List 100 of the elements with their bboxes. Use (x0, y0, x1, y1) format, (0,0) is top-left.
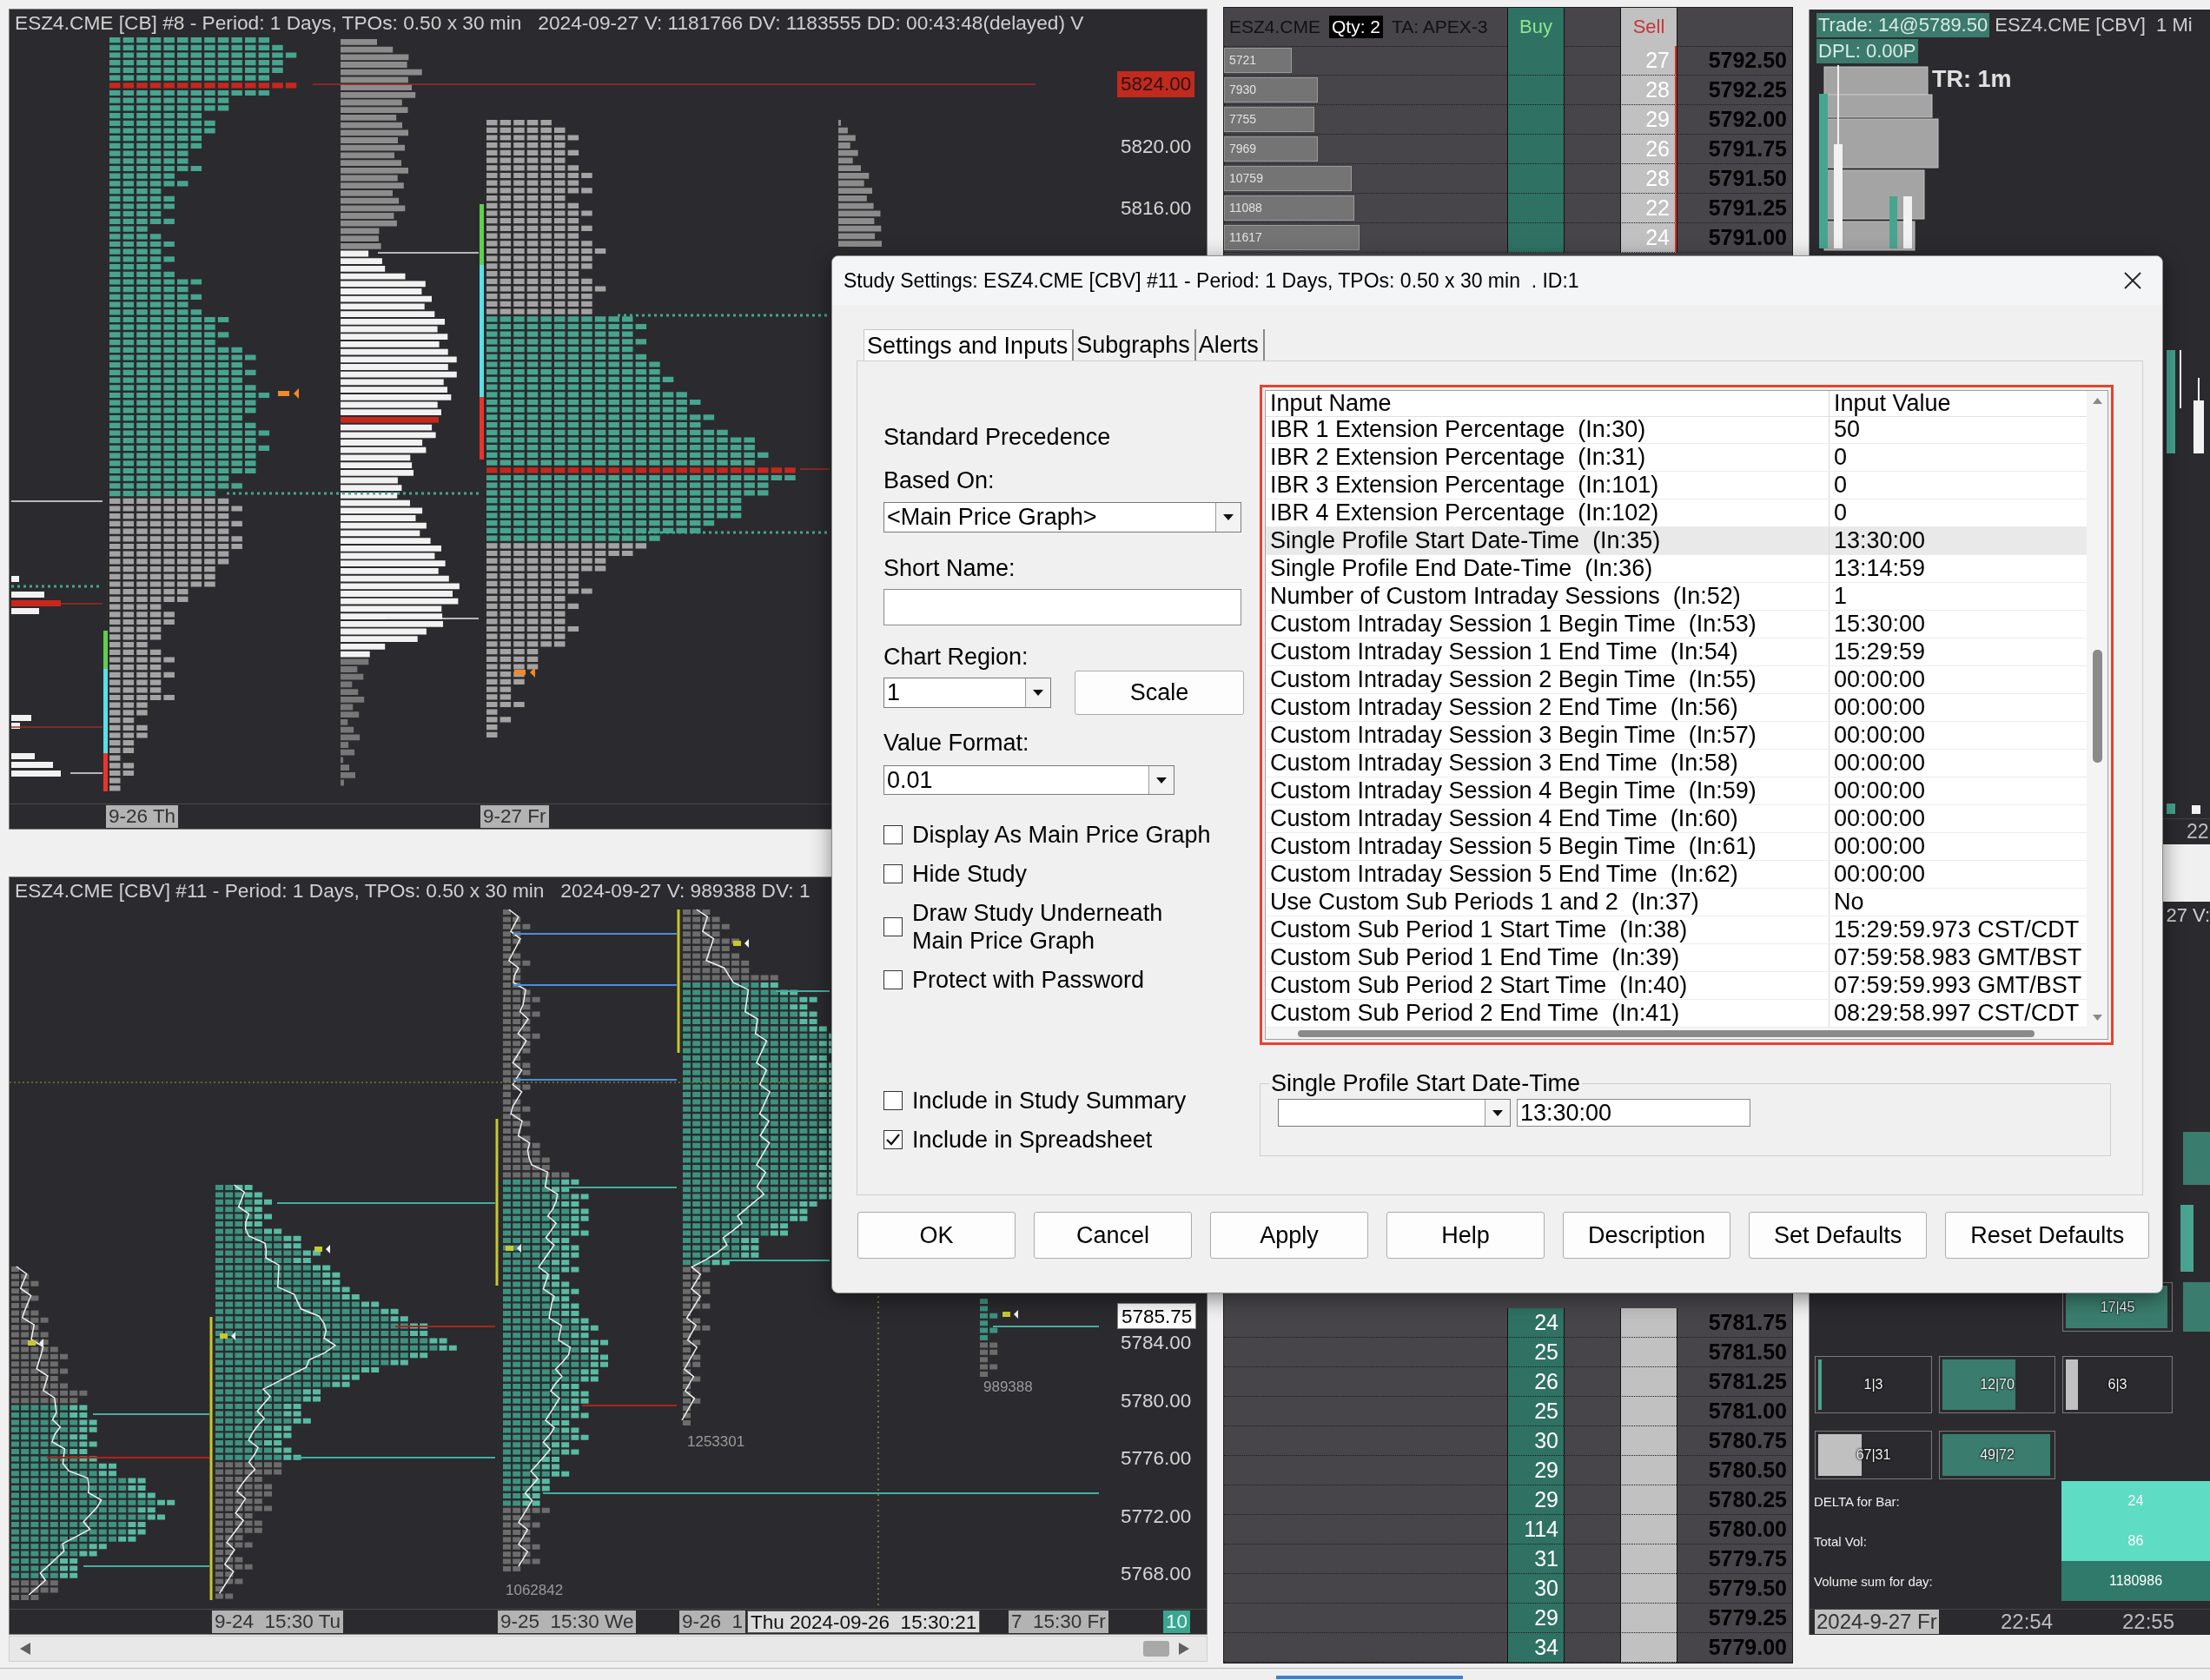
checkbox[interactable] (883, 917, 903, 936)
table-cell-text: Custom Intraday Session 1 End Time (In:54) (1269, 638, 1739, 665)
dropdown-arrow-button[interactable] (1215, 503, 1241, 532)
buy-cell[interactable]: 34 (1507, 1633, 1564, 1663)
sell-cell[interactable] (1620, 1633, 1677, 1663)
table-row[interactable]: Custom Sub Period 1 End Time (In:39) 07:59:58.983 GMT/BST (1266, 944, 2087, 972)
column-header[interactable]: Input Value (1829, 391, 2087, 417)
dropdown-arrow-button[interactable] (1485, 1100, 1510, 1126)
checkbox[interactable] (883, 825, 903, 844)
sell-cell[interactable] (1620, 1544, 1677, 1574)
buy-cell[interactable] (1507, 164, 1564, 194)
ok-button[interactable]: OK (857, 1212, 1016, 1259)
horizontal-scrollbar[interactable] (1266, 1028, 2107, 1039)
sell-cell[interactable] (1620, 1367, 1677, 1397)
table-row[interactable]: Custom Intraday Session 5 End Time (In:62) 00:00:00 (1266, 861, 2087, 889)
chart-region-dropdown[interactable]: 1 (883, 678, 1051, 708)
sell-cell[interactable] (1620, 1338, 1677, 1367)
table-row[interactable]: IBR 4 Extension Percentage (In:102) 0 (1266, 499, 2087, 527)
table-row[interactable]: Single Profile End Date-Time (In:36) 13:14:59 (1266, 555, 2087, 583)
buy-cell[interactable] (1507, 76, 1564, 105)
scrollbar-thumb[interactable] (2092, 650, 2102, 763)
table-row[interactable]: Custom Intraday Session 5 Begin Time (In:61) 00:00:00 (1266, 833, 2087, 861)
sell-cell[interactable] (1620, 1397, 1677, 1426)
buy-cell[interactable] (1507, 194, 1564, 223)
tab[interactable]: Settings and Inputs (863, 329, 1075, 360)
scroll-down-icon[interactable] (2092, 1015, 2102, 1021)
checkbox-label[interactable]: Protect with Password (912, 966, 1145, 994)
tab[interactable]: Alerts (1195, 329, 1265, 360)
help-button[interactable]: Help (1386, 1212, 1545, 1259)
checkbox[interactable] (883, 1130, 903, 1149)
table-row[interactable]: Custom Intraday Session 1 Begin Time (In:53) 15:30:00 (1266, 611, 2087, 638)
table-row[interactable]: Custom Intraday Session 3 End Time (In:58) 00:00:00 (1266, 750, 2087, 777)
buy-cell[interactable]: 30 (1507, 1426, 1564, 1456)
sell-cell[interactable] (1620, 1604, 1677, 1633)
buy-cell[interactable]: 30 (1507, 1574, 1564, 1604)
table-row[interactable]: Number of Custom Intraday Sessions (In:52) 1 (1266, 583, 2087, 611)
table-row[interactable]: IBR 3 Extension Percentage (In:101) 0 (1266, 472, 2087, 499)
table-row[interactable]: IBR 2 Extension Percentage (In:31) 0 (1266, 444, 2087, 472)
scroll-right-icon[interactable] (1179, 1643, 1189, 1655)
checkbox-label[interactable]: Include in Study Summary (912, 1087, 1187, 1114)
buy-cell[interactable]: 29 (1507, 1604, 1564, 1633)
vertical-scrollbar[interactable] (2087, 391, 2107, 1028)
buy-cell[interactable]: 29 (1507, 1456, 1564, 1485)
table-row[interactable]: Custom Intraday Session 1 End Time (In:54) 15:29:59 (1266, 638, 2087, 666)
tab[interactable]: Subgraphs (1074, 329, 1196, 360)
table-row[interactable]: Custom Intraday Session 3 Begin Time (In:57) 00:00:00 (1266, 722, 2087, 750)
buy-cell[interactable] (1507, 105, 1564, 135)
scrollbar-thumb[interactable] (1143, 1641, 1169, 1657)
dropdown-arrow-button[interactable] (1148, 766, 1174, 794)
checkbox-label[interactable]: Display As Main Price Graph (912, 821, 1211, 849)
scroll-up-icon[interactable] (2092, 398, 2102, 404)
buy-cell[interactable] (1507, 135, 1564, 164)
scrollbar-thumb[interactable] (1298, 1029, 2035, 1037)
checkbox-label[interactable]: Include in Spreadsheet (912, 1126, 1153, 1154)
buy-cell[interactable] (1507, 223, 1564, 253)
buy-cell[interactable]: 31 (1507, 1544, 1564, 1574)
table-row[interactable]: Custom Sub Period 2 End Time (In:41) 08:29:58.997 CST/CDT (1266, 1000, 2087, 1028)
table-row[interactable]: Custom Sub Period 1 Start Time (In:38) 15:29:59.973 CST/CDT (1266, 916, 2087, 944)
set-defaults-button[interactable]: Set Defaults (1749, 1212, 1928, 1259)
table-row[interactable]: Custom Intraday Session 2 Begin Time (In:55) 00:00:00 (1266, 666, 2087, 694)
reset-defaults-button[interactable]: Reset Defaults (1945, 1212, 2150, 1259)
sell-cell[interactable] (1620, 1574, 1677, 1604)
table-row[interactable]: Custom Intraday Session 2 End Time (In:56) 00:00:00 (1266, 694, 2087, 722)
cancel-button[interactable]: Cancel (1034, 1212, 1192, 1259)
checkbox[interactable] (883, 970, 903, 989)
price-cell: 5791.50 (1677, 164, 1792, 194)
checkbox[interactable] (883, 864, 903, 883)
buy-cell[interactable]: 24 (1507, 1308, 1564, 1338)
buy-cell[interactable]: 114 (1507, 1515, 1564, 1544)
table-row[interactable]: Use Custom Sub Periods 1 and 2 (In:37) No (1266, 889, 2087, 916)
value-format-dropdown[interactable]: 0.01 (883, 765, 1174, 795)
scroll-left-icon[interactable] (20, 1643, 30, 1655)
checkbox-label[interactable]: Hide Study (912, 860, 1028, 888)
sell-cell[interactable] (1620, 1426, 1677, 1456)
sell-cell[interactable] (1620, 1308, 1677, 1338)
sell-cell[interactable] (1620, 1515, 1677, 1544)
buy-column-header[interactable]: Buy (1507, 8, 1564, 47)
dropdown[interactable] (1278, 1099, 1511, 1127)
based-on-dropdown[interactable]: <Main Price Graph> (883, 502, 1241, 532)
table-row[interactable]: Custom Sub Period 2 Start Time (In:40) 07:59:59.993 GMT/BST (1266, 972, 2087, 1000)
buy-cell[interactable]: 29 (1507, 1485, 1564, 1515)
buy-cell[interactable]: 25 (1507, 1397, 1564, 1426)
buy-cell[interactable]: 25 (1507, 1338, 1564, 1367)
table-row[interactable]: Custom Intraday Session 4 End Time (In:60) 00:00:00 (1266, 805, 2087, 833)
table-row[interactable]: IBR 1 Extension Percentage (In:30) 50 (1266, 416, 2087, 444)
sell-cell[interactable] (1620, 1456, 1677, 1485)
description-button[interactable]: Description (1563, 1212, 1731, 1259)
checkbox-label[interactable]: Draw Study Underneath Main Price Graph (912, 899, 1173, 955)
value-field[interactable]: 13:30:00 (1517, 1099, 1750, 1127)
scale-button[interactable]: Scale (1075, 671, 1244, 715)
short-name-field[interactable] (883, 589, 1241, 625)
table-row[interactable]: Custom Intraday Session 4 Begin Time (In:59) 00:00:00 (1266, 777, 2087, 805)
horizontal-scrollbar[interactable] (9, 1636, 1208, 1662)
table-row[interactable]: Single Profile Start Date-Time (In:35) 13:30:00 (1266, 527, 2087, 555)
buy-cell[interactable]: 26 (1507, 1367, 1564, 1397)
apply-button[interactable]: Apply (1210, 1212, 1368, 1259)
sell-cell[interactable] (1620, 1485, 1677, 1515)
checkbox[interactable] (883, 1091, 903, 1110)
dropdown-arrow-button[interactable] (1025, 678, 1050, 707)
buy-cell[interactable] (1507, 46, 1564, 76)
